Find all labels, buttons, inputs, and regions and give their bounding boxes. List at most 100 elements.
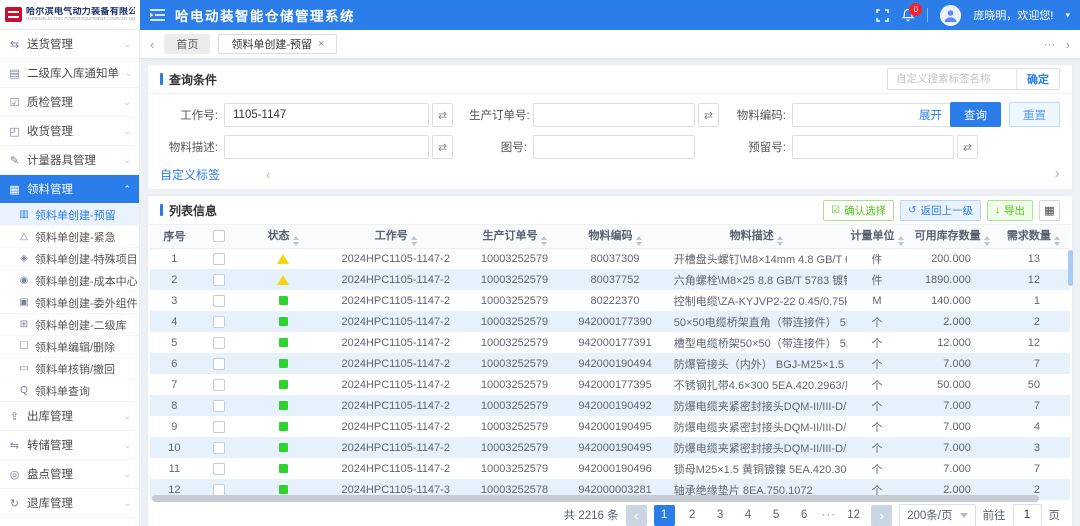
page-button-12[interactable]: 12 bbox=[843, 505, 864, 526]
page-button-3[interactable]: 3 bbox=[710, 505, 731, 526]
row-checkbox[interactable] bbox=[213, 421, 225, 433]
page-button-4[interactable]: 4 bbox=[738, 505, 759, 526]
column-header-demand[interactable]: 需求数量 bbox=[997, 225, 1070, 248]
table-row[interactable]: 112024HPC1105-1147-210003252579942000190… bbox=[150, 458, 1070, 479]
row-checkbox[interactable] bbox=[213, 358, 225, 370]
cell-checkbox[interactable] bbox=[199, 332, 240, 353]
column-header-unit[interactable]: 计量单位 bbox=[847, 225, 908, 248]
sidebar-submenu-item[interactable]: ◈ 领料单创建-特殊项目 bbox=[0, 248, 139, 270]
tabs-scroll-right-icon[interactable]: › bbox=[1066, 38, 1070, 51]
confirm-select-button[interactable]: ☑ 确认选择 bbox=[823, 200, 894, 221]
tabs-scroll-left-icon[interactable]: ‹ bbox=[150, 38, 154, 51]
row-checkbox[interactable] bbox=[213, 400, 225, 412]
table-row[interactable]: 42024HPC1105-1147-2100032525799420001773… bbox=[150, 311, 1070, 332]
custom-tag-name-input[interactable] bbox=[888, 69, 1016, 89]
table-row[interactable]: 62024HPC1105-1147-2100032525799420001904… bbox=[150, 353, 1070, 374]
tag-scroll-right-icon[interactable]: › bbox=[1055, 165, 1060, 183]
close-tab-icon[interactable]: × bbox=[318, 38, 324, 50]
custom-tag-link[interactable]: 自定义标签 bbox=[160, 166, 220, 183]
cell-checkbox[interactable] bbox=[199, 353, 240, 374]
collapse-menu-icon[interactable] bbox=[150, 9, 165, 21]
row-checkbox[interactable] bbox=[213, 463, 225, 475]
column-header-work_no[interactable]: 工作号 bbox=[327, 225, 465, 248]
row-checkbox[interactable] bbox=[213, 442, 225, 454]
row-checkbox[interactable] bbox=[213, 316, 225, 328]
notification-bell-icon[interactable]: 0 bbox=[901, 8, 915, 22]
page-size-select[interactable]: 200条/页 bbox=[899, 504, 975, 526]
table-row[interactable]: 102024HPC1105-1147-210003252579942000190… bbox=[150, 437, 1070, 458]
confirm-button[interactable]: 确定 bbox=[1016, 69, 1059, 89]
row-checkbox[interactable] bbox=[213, 274, 225, 286]
tag-scroll-left-icon[interactable]: ‹ bbox=[266, 167, 270, 182]
cell-checkbox[interactable] bbox=[199, 437, 240, 458]
工作号-input[interactable] bbox=[224, 103, 429, 127]
tabs-more-icon[interactable]: ··· bbox=[1044, 37, 1056, 51]
cell-checkbox[interactable] bbox=[199, 311, 240, 332]
物料描述-input[interactable] bbox=[224, 135, 429, 159]
column-header-checkbox[interactable] bbox=[199, 225, 240, 248]
chevron-down-icon[interactable]: ▾ bbox=[1065, 10, 1070, 21]
生产订单号-input[interactable] bbox=[533, 103, 695, 127]
horizontal-scrollbar[interactable] bbox=[152, 495, 1039, 502]
sidebar-menu-item[interactable]: ⇆ 送货管理 ⌄ bbox=[0, 30, 139, 59]
vertical-scrollbar[interactable] bbox=[1068, 250, 1073, 286]
goto-page-input[interactable] bbox=[1013, 504, 1042, 526]
sidebar-submenu-item[interactable]: ▣ 领料单创建-委外组件 bbox=[0, 292, 139, 314]
sort-icon[interactable] bbox=[411, 236, 417, 246]
sidebar-menu-item[interactable]: ◎ 盘点管理 ⌄ bbox=[0, 460, 139, 489]
sidebar-submenu-item[interactable]: Q 领料单查询 bbox=[0, 380, 139, 402]
sidebar-submenu-item[interactable]: ☐ 领料单编辑/删除 bbox=[0, 336, 139, 358]
prev-page-button[interactable]: ‹ bbox=[626, 505, 647, 526]
row-checkbox[interactable] bbox=[213, 253, 225, 265]
sidebar-menu-item[interactable]: ▦ 领料管理 ⌃ bbox=[0, 175, 139, 204]
page-button-5[interactable]: 5 bbox=[766, 505, 787, 526]
column-header-material_desc[interactable]: 物料描述 bbox=[666, 225, 847, 248]
column-header-order_no[interactable]: 生产订单号 bbox=[465, 225, 565, 248]
row-checkbox[interactable] bbox=[213, 337, 225, 349]
cell-checkbox[interactable] bbox=[199, 416, 240, 437]
sort-icon[interactable] bbox=[777, 236, 783, 246]
reset-button[interactable]: 重置 bbox=[1009, 102, 1060, 127]
sort-icon[interactable] bbox=[898, 236, 904, 246]
expand-link[interactable]: 展开 bbox=[919, 107, 942, 123]
sort-icon[interactable] bbox=[541, 236, 547, 246]
sidebar-submenu-item[interactable]: ⊞ 领料单创建-二级库 bbox=[0, 314, 139, 336]
table-row[interactable]: 22024HPC1105-1147-21000325257980037752六角… bbox=[150, 269, 1070, 290]
tab[interactable]: 领料单创建-预留 × bbox=[218, 34, 337, 54]
预留号-input[interactable] bbox=[792, 135, 954, 159]
filter-icon[interactable]: ⇄ bbox=[432, 103, 453, 127]
tab[interactable]: 首页 bbox=[164, 34, 210, 54]
sort-icon[interactable] bbox=[1054, 236, 1060, 246]
图号-input[interactable] bbox=[533, 135, 695, 159]
table-row[interactable]: 52024HPC1105-1147-2100032525799420001773… bbox=[150, 332, 1070, 353]
back-to-parent-button[interactable]: ↺ 返回上一级 bbox=[900, 200, 981, 221]
cell-checkbox[interactable] bbox=[199, 458, 240, 479]
filter-icon[interactable]: ⇄ bbox=[432, 135, 453, 159]
sidebar-menu-item[interactable]: ⇋ 转储管理 ⌄ bbox=[0, 431, 139, 460]
table-row[interactable]: 82024HPC1105-1147-2100032525799420001904… bbox=[150, 395, 1070, 416]
row-checkbox[interactable] bbox=[213, 379, 225, 391]
export-button[interactable]: ↓ 导出 bbox=[987, 200, 1033, 221]
sidebar-submenu-item[interactable]: △ 领料单创建-紧急 bbox=[0, 226, 139, 248]
table-row[interactable]: 92024HPC1105-1147-2100032525799420001904… bbox=[150, 416, 1070, 437]
row-checkbox[interactable] bbox=[213, 484, 225, 496]
select-all-checkbox[interactable] bbox=[213, 230, 225, 242]
sidebar-menu-item[interactable]: ☑ 质检管理 ⌄ bbox=[0, 88, 139, 117]
table-row[interactable]: 72024HPC1105-1147-2100032525799420001773… bbox=[150, 374, 1070, 395]
table-row[interactable]: 12024HPC1105-1147-21000325257980037309开槽… bbox=[150, 248, 1070, 269]
sidebar-menu-item[interactable]: ⇪ 出库管理 ⌄ bbox=[0, 402, 139, 431]
page-button-6[interactable]: 6 bbox=[794, 505, 815, 526]
column-header-material_code[interactable]: 物料编码 bbox=[564, 225, 666, 248]
sidebar-menu-item[interactable]: ▤ 二级库入库通知单 ⌄ bbox=[0, 59, 139, 88]
sidebar-submenu-item[interactable]: ◉ 领料单创建-成本中心 bbox=[0, 270, 139, 292]
cell-checkbox[interactable] bbox=[199, 248, 240, 269]
filter-icon[interactable]: ⇄ bbox=[698, 103, 719, 127]
page-button-2[interactable]: 2 bbox=[682, 505, 703, 526]
sidebar-submenu-item[interactable]: ▥ 领料单创建-预留 bbox=[0, 204, 139, 226]
cell-checkbox[interactable] bbox=[199, 269, 240, 290]
sort-icon[interactable] bbox=[636, 236, 642, 246]
sidebar-submenu-item[interactable]: ▭ 领料单核销/撤回 bbox=[0, 358, 139, 380]
page-button-1[interactable]: 1 bbox=[654, 505, 675, 526]
cell-checkbox[interactable] bbox=[199, 395, 240, 416]
avatar[interactable] bbox=[940, 5, 961, 26]
